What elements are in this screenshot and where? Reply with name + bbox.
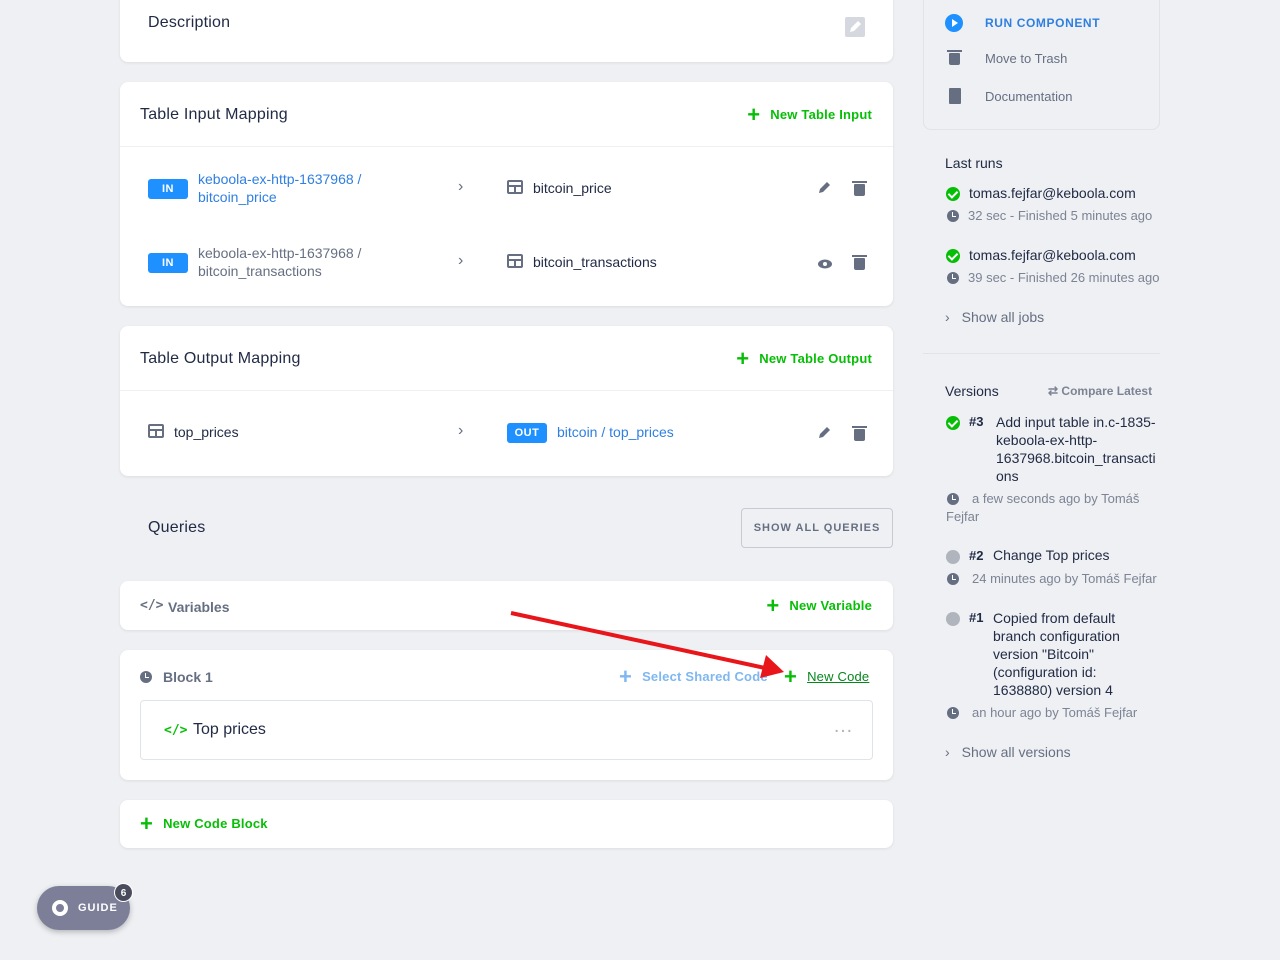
run-component-label: RUN COMPONENT — [985, 16, 1101, 30]
clock-icon — [947, 573, 959, 585]
move-to-trash-label: Move to Trash — [985, 51, 1068, 66]
show-all-versions-link[interactable]: › Show all versions — [945, 744, 1071, 760]
run-user[interactable]: tomas.fejfar@keboola.com — [969, 185, 1136, 201]
clock-icon — [947, 210, 959, 222]
guide-label: GUIDE — [78, 902, 118, 914]
last-runs-title: Last runs — [945, 155, 1003, 171]
version-number: #1 — [969, 610, 984, 625]
documentation-link[interactable]: Documentation — [945, 88, 1072, 104]
run-user[interactable]: tomas.fejfar@keboola.com — [969, 247, 1136, 263]
move-to-trash-button[interactable]: Move to Trash — [945, 49, 1068, 66]
version-status-dot — [946, 612, 960, 626]
versions-title: Versions — [945, 383, 999, 399]
run-detail: 39 sec - Finished 26 minutes ago — [968, 270, 1160, 285]
clock-icon — [947, 272, 959, 284]
swap-icon: ⇄ — [1048, 384, 1059, 398]
version-meta: Fejfar — [946, 509, 980, 524]
lifebuoy-icon — [52, 900, 68, 916]
show-all-jobs-link[interactable]: › Show all jobs — [945, 309, 1044, 325]
version-line: ons — [996, 468, 1019, 484]
trash-icon — [947, 49, 962, 65]
file-icon — [949, 88, 961, 104]
version-description[interactable]: Copied from default branch configuration… — [993, 609, 1120, 699]
success-icon — [946, 249, 960, 263]
divider — [923, 353, 1160, 354]
guide-count-badge: 6 — [114, 883, 133, 902]
version-line: branch configuration — [993, 628, 1120, 644]
clock-icon — [947, 493, 959, 505]
version-meta: a few seconds ago by Tomáš — [972, 491, 1140, 506]
version-status-dot — [946, 550, 960, 564]
run-detail: 32 sec - Finished 5 minutes ago — [968, 208, 1153, 223]
version-description[interactable]: Add input table in.c-1835- keboola-ex-ht… — [996, 413, 1156, 485]
play-circle-icon — [945, 14, 963, 32]
version-number: #2 — [969, 548, 984, 563]
chevron-right-icon: › — [945, 744, 950, 760]
success-icon — [946, 187, 960, 201]
compare-latest-label: Compare Latest — [1061, 384, 1153, 398]
version-line: version "Bitcoin" — [993, 646, 1094, 662]
version-description[interactable]: Change Top prices — [993, 547, 1109, 563]
version-line: 1637968.bitcoin_transacti — [996, 450, 1156, 466]
version-meta: 24 minutes ago by Tomáš Fejfar — [972, 571, 1157, 586]
compare-latest-button[interactable]: ⇄ Compare Latest — [1048, 384, 1152, 398]
version-line: (configuration id: — [993, 664, 1097, 680]
version-number: #3 — [969, 414, 984, 429]
show-all-versions-label: Show all versions — [961, 744, 1071, 760]
documentation-label: Documentation — [985, 88, 1073, 104]
version-line: Add input table in.c-1835- — [996, 414, 1156, 430]
version-meta: an hour ago by Tomáš Fejfar — [972, 705, 1138, 720]
version-line: keboola-ex-http- — [996, 432, 1098, 448]
run-component-button[interactable]: RUN COMPONENT — [945, 14, 1100, 32]
success-icon — [946, 416, 960, 430]
clock-icon — [947, 707, 959, 719]
chevron-right-icon: › — [945, 309, 950, 325]
version-line: Copied from default — [993, 610, 1116, 626]
show-all-jobs-label: Show all jobs — [961, 309, 1045, 325]
version-line: 1638880) version 4 — [993, 682, 1113, 698]
